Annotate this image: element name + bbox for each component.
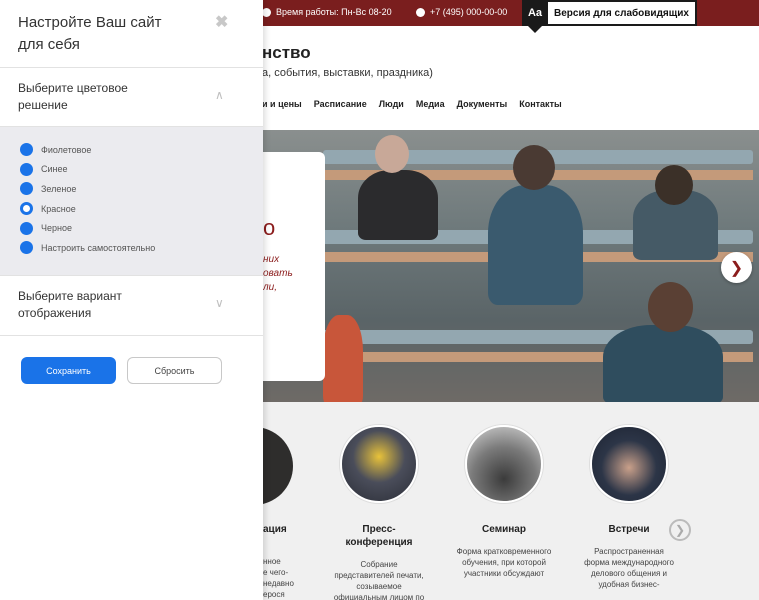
service-image-partial: [263, 427, 293, 505]
chevron-up-icon[interactable]: ∧: [215, 88, 224, 102]
site-settings-panel: Настройте Ваш сайт для себя ✖ Выберите ц…: [0, 0, 263, 600]
service-card-seminar[interactable]: Семинар Форма кратковременного обучения,…: [456, 425, 552, 579]
nav-item-media[interactable]: Медиа: [416, 99, 445, 109]
phone[interactable]: +7 (495) 000-00-00: [416, 7, 507, 17]
color-option-red[interactable]: Красное: [0, 199, 263, 219]
hero-text-card: о них овать ли,: [263, 152, 325, 381]
service-card-meetings[interactable]: Встречи Распространенная форма междунаро…: [581, 425, 677, 590]
color-option-label: Фиолетовое: [41, 144, 92, 155]
service-title[interactable]: Семинар: [456, 523, 552, 536]
working-hours-text: Время работы: Пн-Вс 08-20: [276, 7, 392, 17]
service-image: [340, 425, 418, 503]
hero-text-line: ли,: [263, 282, 277, 293]
panel-header: Настройте Ваш сайт для себя ✖: [0, 0, 263, 68]
view-section-label: Выберите вариант отображения: [18, 289, 122, 320]
close-icon[interactable]: ✖: [215, 12, 228, 32]
radio-button[interactable]: [20, 143, 33, 157]
chevron-down-icon[interactable]: ∨: [215, 296, 224, 310]
panel-title: Настройте Ваш сайт для себя: [18, 14, 162, 53]
panel-actions: Сохранить Сбросить: [21, 357, 222, 384]
clock-icon: [262, 7, 271, 17]
color-option-label: Красное: [41, 203, 76, 214]
radio-button[interactable]: [20, 182, 33, 196]
carousel-next-arrow-icon[interactable]: ❯: [669, 519, 691, 541]
reset-button[interactable]: Сбросить: [127, 357, 222, 384]
hero-text: них овать ли,: [263, 253, 293, 295]
nav-item-people[interactable]: Люди: [379, 99, 404, 109]
phone-number[interactable]: +7 (495) 000-00-00: [430, 7, 507, 17]
accessibility-version-label[interactable]: Версия для слабовидящих: [548, 0, 697, 26]
color-option-green[interactable]: Зеленое: [0, 179, 263, 199]
color-option-label: Зеленое: [41, 183, 77, 194]
person-shape: [358, 170, 438, 240]
color-section-toggle[interactable]: Выберите цветовое решение ∧: [0, 68, 263, 127]
color-section-label: Выберите цветовое решение: [18, 81, 128, 112]
service-desc: Форма кратковременного обучения, при кот…: [456, 547, 552, 578]
desc-line: ерося: [263, 590, 285, 599]
service-image: [465, 425, 543, 503]
hero-next-arrow-icon[interactable]: ❯: [721, 252, 752, 283]
service-desc: Собрание представителей печати, созываем…: [333, 560, 425, 600]
color-option-label: Черное: [41, 223, 72, 234]
font-size-icon: Aa: [522, 0, 548, 33]
service-image: [590, 425, 668, 503]
service-desc: Распространенная форма международного де…: [584, 547, 674, 589]
main-nav: и и цены Расписание Люди Медиа Документы…: [262, 99, 562, 109]
person-shape: [323, 315, 363, 402]
hero-text-line: овать: [263, 268, 293, 279]
desc-line: е чего-: [263, 568, 289, 577]
color-option-blue[interactable]: Синее: [0, 160, 263, 180]
nav-item-schedule[interactable]: Расписание: [314, 99, 367, 109]
accessibility-version-button[interactable]: Aa Версия для слабовидящих: [522, 0, 697, 33]
color-option-label: Синее: [41, 164, 68, 175]
radio-button[interactable]: [20, 241, 33, 255]
color-option-purple[interactable]: Фиолетовое: [0, 140, 263, 160]
save-button[interactable]: Сохранить: [21, 357, 116, 384]
radio-button[interactable]: [20, 221, 33, 235]
color-options: Фиолетовое Синее Зеленое Красное Черное …: [0, 127, 263, 276]
site-title: нство: [262, 43, 311, 62]
view-section-toggle[interactable]: Выберите вариант отображения ∨: [0, 276, 263, 336]
hero-heading-fragment: о: [263, 215, 276, 240]
nav-item-contacts[interactable]: Контакты: [519, 99, 561, 109]
service-title[interactable]: Пресс-конференция: [331, 523, 427, 549]
color-option-custom[interactable]: Настроить самостоятельно: [0, 238, 263, 258]
person-head: [648, 282, 693, 332]
person-head: [655, 165, 693, 205]
service-card-press-conference[interactable]: Пресс-конференция Собрание представителе…: [331, 425, 427, 600]
service-desc-partial: нное е чего- недавно ерося: [263, 556, 294, 600]
service-title-partial: ация: [263, 524, 287, 535]
color-option-black[interactable]: Черное: [0, 218, 263, 238]
site-subtitle: а, события, выставки, праздника): [262, 67, 433, 79]
radio-button[interactable]: [20, 162, 33, 176]
service-title[interactable]: Встречи: [581, 523, 677, 536]
person-shape: [603, 325, 723, 402]
hero-text-line: них: [263, 254, 280, 265]
desc-line: недавно: [263, 579, 294, 588]
phone-icon: [416, 7, 425, 17]
person-head: [375, 135, 409, 173]
hero-slider-image: [263, 130, 759, 402]
person-shape: [488, 185, 583, 305]
nav-item-services[interactable]: и и цены: [262, 99, 302, 109]
radio-button-selected[interactable]: [20, 202, 33, 216]
working-hours: Время работы: Пн-Вс 08-20: [262, 7, 392, 17]
person-head: [513, 145, 555, 190]
color-option-label: Настроить самостоятельно: [41, 242, 156, 253]
nav-item-documents[interactable]: Документы: [457, 99, 508, 109]
desc-line: нное: [263, 557, 281, 566]
